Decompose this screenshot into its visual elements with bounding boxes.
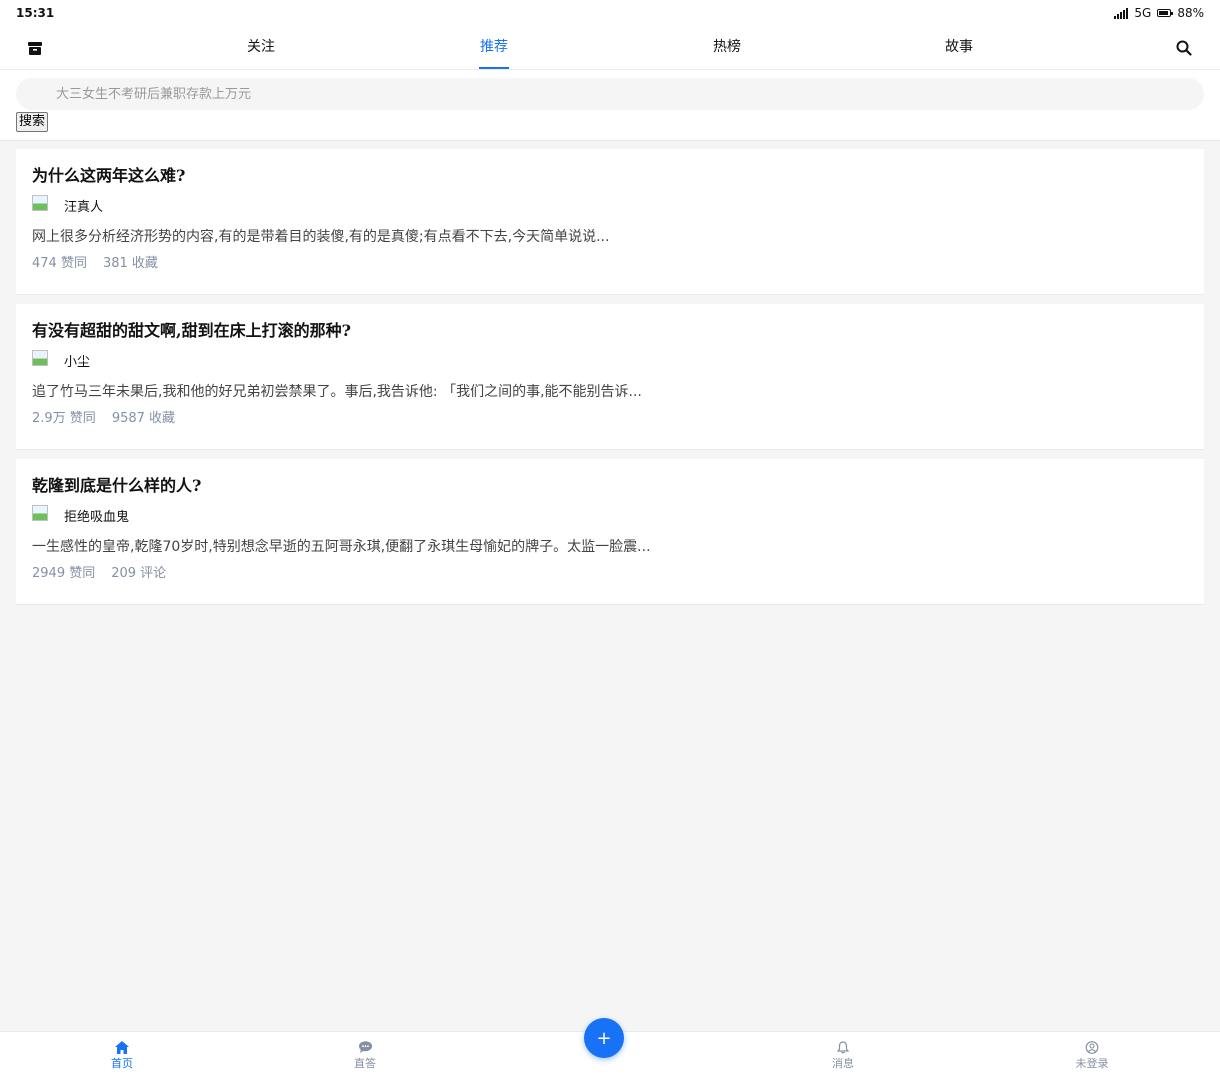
card-title[interactable]: 乾隆到底是什么样的人?: [32, 475, 1188, 497]
user-icon: [1085, 1040, 1099, 1054]
tab-direct-answer-label: 直答: [354, 1057, 376, 1070]
card-stats: 2.9万 赞同 9587 收藏: [32, 409, 1188, 429]
card-author[interactable]: 拒绝吸血鬼: [32, 505, 1188, 525]
tab-hot-list[interactable]: 热榜: [713, 26, 741, 69]
battery-icon: [1157, 9, 1174, 17]
avatar[interactable]: [32, 195, 52, 215]
search-icon[interactable]: [1172, 36, 1196, 60]
secondary-count: 209 评论: [111, 566, 167, 581]
tab-profile[interactable]: 未登录: [1076, 1040, 1109, 1071]
tab-direct-answer[interactable]: 直答: [354, 1040, 376, 1071]
home-icon: [115, 1040, 129, 1054]
avatar[interactable]: [32, 350, 52, 370]
status-indicators: 5G 88%: [1114, 6, 1204, 20]
avatar[interactable]: [32, 505, 52, 525]
vote-count: 2949 赞同: [32, 566, 96, 581]
tab-home[interactable]: 首页: [111, 1040, 133, 1071]
top-nav: 关注 推荐 热榜 故事: [0, 26, 1220, 70]
search-input[interactable]: [16, 78, 1204, 110]
tab-home-label: 首页: [111, 1057, 133, 1070]
secondary-count: 9587 收藏: [111, 411, 176, 426]
chat-bubble-icon: [358, 1040, 372, 1054]
tab-messages-label: 消息: [832, 1057, 854, 1070]
search-area: 搜索: [0, 70, 1220, 141]
broken-image-icon: [32, 350, 48, 366]
tab-stories[interactable]: 故事: [945, 26, 973, 69]
vote-count: 474 赞同: [32, 256, 87, 271]
card-excerpt[interactable]: 网上很多分析经济形势的内容,有的是带着目的装傻,有的是真傻;有点看不下去,今天简…: [32, 226, 1188, 248]
plus-icon: +: [596, 1027, 612, 1049]
feed-card[interactable]: 为什么这两年这么难? 汪真人 网上很多分析经济形势的内容,有的是带着目的装傻,有…: [16, 149, 1204, 295]
create-button[interactable]: +: [584, 1018, 624, 1058]
network-label: 5G: [1134, 6, 1152, 20]
card-stats: 2949 赞同 209 评论: [32, 564, 1188, 584]
author-name[interactable]: 小尘: [64, 351, 90, 370]
author-name[interactable]: 汪真人: [64, 196, 103, 215]
archive-icon[interactable]: [23, 36, 47, 60]
card-stats: 474 赞同 381 收藏: [32, 254, 1188, 274]
tab-recommend[interactable]: 推荐: [480, 26, 508, 69]
tab-profile-label: 未登录: [1075, 1057, 1109, 1070]
status-time: 15:31: [16, 6, 55, 20]
status-bar: 15:31 5G 88%: [0, 0, 1220, 26]
broken-image-icon: [32, 505, 48, 521]
card-excerpt[interactable]: 一生感性的皇帝,乾隆70岁时,特别想念早逝的五阿哥永琪,便翻了永琪生母愉妃的牌子…: [32, 536, 1188, 558]
search-button[interactable]: 搜索: [16, 112, 49, 132]
bell-icon: [836, 1040, 850, 1054]
tab-messages[interactable]: 消息: [832, 1040, 854, 1071]
broken-image-icon: [32, 195, 48, 211]
battery-level: [1159, 11, 1169, 15]
vote-count: 2.9万 赞同: [32, 411, 96, 426]
card-author[interactable]: 小尘: [32, 350, 1188, 370]
card-title[interactable]: 为什么这两年这么难?: [32, 165, 1188, 187]
card-author[interactable]: 汪真人: [32, 195, 1188, 215]
signal-icon: [1114, 7, 1129, 19]
card-title[interactable]: 有没有超甜的甜文啊,甜到在床上打滚的那种?: [32, 320, 1188, 342]
secondary-count: 381 收藏: [102, 256, 158, 271]
feed-card[interactable]: 有没有超甜的甜文啊,甜到在床上打滚的那种? 小尘 追了竹马三年未果后,我和他的好…: [16, 304, 1204, 450]
author-name[interactable]: 拒绝吸血鬼: [64, 506, 129, 525]
card-excerpt[interactable]: 追了竹马三年未果后,我和他的好兄弟初尝禁果了。事后,我告诉他: 「我们之间的事,…: [32, 381, 1188, 403]
tab-follow[interactable]: 关注: [247, 26, 275, 69]
battery-percent: 88%: [1177, 6, 1204, 20]
feed-card[interactable]: 乾隆到底是什么样的人? 拒绝吸血鬼 一生感性的皇帝,乾隆70岁时,特别想念早逝的…: [16, 459, 1204, 605]
feed-list: 为什么这两年这么难? 汪真人 网上很多分析经济形势的内容,有的是带着目的装傻,有…: [16, 149, 1204, 614]
